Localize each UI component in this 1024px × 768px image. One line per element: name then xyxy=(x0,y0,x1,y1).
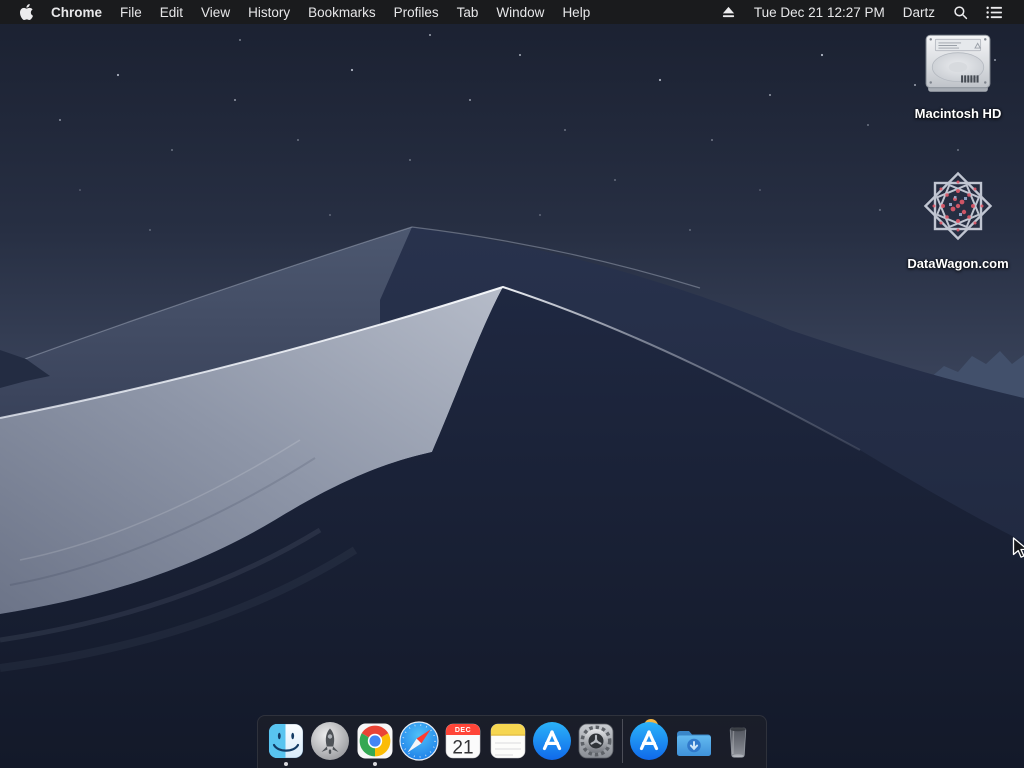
spotlight-button[interactable] xyxy=(944,0,977,24)
running-indicator xyxy=(372,762,377,766)
menu-item-edit[interactable]: Edit xyxy=(151,0,192,24)
running-indicator xyxy=(284,762,289,766)
desktop-icon-datawagon[interactable]: DataWagon.com xyxy=(903,166,1013,271)
list-icon xyxy=(986,6,1003,19)
desktop: Chrome File Edit View History Bookmarks … xyxy=(0,0,1024,768)
app-menu-chrome[interactable]: Chrome xyxy=(42,0,111,24)
menu-item-profiles[interactable]: Profiles xyxy=(385,0,448,24)
dock-item-notes[interactable] xyxy=(485,719,529,767)
app-store-icon xyxy=(627,719,671,767)
menu-item-file[interactable]: File xyxy=(111,0,151,24)
desktop-icon-macintosh-hd[interactable]: Macintosh HD xyxy=(903,30,1013,121)
dock-item-safari[interactable] xyxy=(397,719,441,767)
dock-item-launchpad[interactable] xyxy=(308,719,352,767)
dock: DEC 21 xyxy=(257,715,767,768)
gear-icon xyxy=(574,719,618,767)
user-switch-menu[interactable]: Dartz xyxy=(894,0,944,24)
desktop-icon-label: Macintosh HD xyxy=(914,106,1002,121)
menu-item-help[interactable]: Help xyxy=(553,0,599,24)
web-location-mandala-icon xyxy=(918,166,998,251)
dock-item-chrome[interactable] xyxy=(353,719,397,767)
chrome-icon xyxy=(353,719,397,767)
dock-item-trash[interactable] xyxy=(716,719,760,767)
trash-icon xyxy=(716,719,760,767)
calendar-day: 21 xyxy=(453,738,474,759)
menu-item-tab[interactable]: Tab xyxy=(448,0,488,24)
dock-item-app-store-recent[interactable] xyxy=(627,719,671,767)
safari-icon xyxy=(397,719,441,767)
launchpad-icon xyxy=(308,719,352,767)
dock-item-downloads-folder[interactable] xyxy=(672,719,716,767)
menu-item-bookmarks[interactable]: Bookmarks xyxy=(299,0,385,24)
hard-drive-icon xyxy=(922,30,994,101)
dock-separator xyxy=(622,719,624,763)
calendar-icon: DEC 21 xyxy=(441,719,485,767)
menu-clock[interactable]: Tue Dec 21 12:27 PM xyxy=(745,0,894,24)
dock-item-app-store[interactable] xyxy=(530,719,574,767)
wallpaper-mojave-night xyxy=(0,0,1024,768)
search-icon xyxy=(953,5,968,20)
calendar-month: DEC xyxy=(455,727,471,734)
dock-item-calendar[interactable]: DEC 21 xyxy=(441,719,485,767)
desktop-icon-label: DataWagon.com xyxy=(907,256,1009,271)
apple-icon xyxy=(20,4,33,20)
dock-item-finder[interactable] xyxy=(264,719,308,767)
notes-icon xyxy=(486,719,530,767)
finder-icon xyxy=(264,719,308,767)
apple-menu[interactable] xyxy=(13,0,42,24)
downloads-folder-icon xyxy=(672,719,716,767)
menu-item-history[interactable]: History xyxy=(239,0,299,24)
eject-menu[interactable] xyxy=(712,0,745,24)
notification-center-button[interactable] xyxy=(977,0,1012,24)
menu-item-window[interactable]: Window xyxy=(487,0,553,24)
eject-icon xyxy=(721,5,736,19)
dock-item-system-preferences[interactable] xyxy=(574,719,618,767)
app-store-icon xyxy=(530,719,574,767)
menu-bar: Chrome File Edit View History Bookmarks … xyxy=(0,0,1024,24)
menu-item-view[interactable]: View xyxy=(192,0,239,24)
